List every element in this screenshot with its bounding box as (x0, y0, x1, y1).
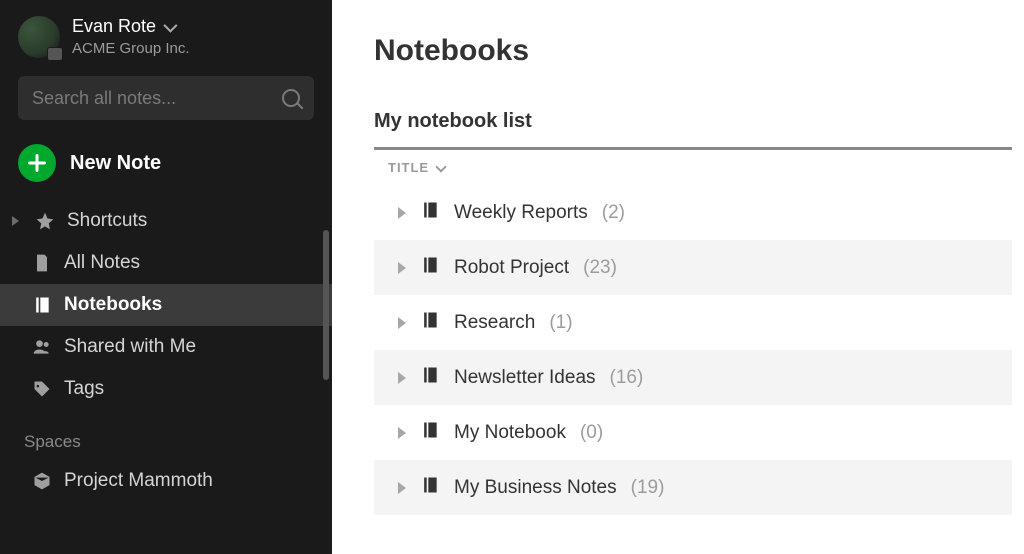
page-title: Notebooks (374, 34, 1012, 68)
notebook-name: My Notebook (454, 422, 566, 444)
user-meta: Evan Rote ACME Group Inc. (72, 16, 190, 57)
star-icon (35, 211, 55, 231)
caret-right-icon (398, 207, 406, 219)
column-label: TITLE (388, 160, 429, 175)
nav-shared[interactable]: Shared with Me (0, 326, 332, 368)
caret-right-icon (398, 427, 406, 439)
nav-shortcuts[interactable]: Shortcuts (0, 200, 332, 242)
caret-right-icon (12, 216, 19, 226)
user-name: Evan Rote (72, 16, 156, 37)
notebook-count: (16) (610, 367, 644, 389)
nav-label: All Notes (64, 252, 140, 274)
caret-right-icon (398, 317, 406, 329)
nav-all-notes[interactable]: All Notes (0, 242, 332, 284)
nav-tags[interactable]: Tags (0, 368, 332, 410)
search-input[interactable] (32, 88, 272, 109)
sidebar: Evan Rote ACME Group Inc. New Note Short… (0, 0, 332, 554)
column-header-title[interactable]: TITLE (374, 147, 1012, 185)
note-icon (32, 253, 52, 273)
notebook-icon (420, 420, 440, 446)
plus-icon (18, 144, 56, 182)
primary-nav: Shortcuts All Notes Notebooks Shared wit… (0, 200, 332, 410)
notebook-name: Research (454, 312, 535, 334)
list-subtitle: My notebook list (374, 110, 1012, 133)
main-panel: Notebooks My notebook list TITLE Weekly … (332, 0, 1024, 554)
account-switcher[interactable]: Evan Rote ACME Group Inc. (0, 0, 332, 66)
notebook-icon (420, 365, 440, 391)
caret-right-icon (398, 262, 406, 274)
new-note-button[interactable]: New Note (18, 144, 314, 182)
chevron-down-icon (163, 18, 177, 32)
notebook-icon (420, 310, 440, 336)
notebook-name: Newsletter Ideas (454, 367, 596, 389)
nav-label: Notebooks (64, 294, 162, 316)
notebook-name: My Business Notes (454, 477, 617, 499)
space-item[interactable]: Project Mammoth (0, 460, 332, 502)
organization-name: ACME Group Inc. (72, 40, 190, 57)
notebook-count: (0) (580, 422, 603, 444)
tag-icon (32, 379, 52, 399)
caret-right-icon (398, 372, 406, 384)
scrollbar[interactable] (323, 230, 329, 380)
notebook-name: Weekly Reports (454, 202, 588, 224)
notebook-row[interactable]: Weekly Reports (2) (374, 185, 1012, 240)
notebook-row[interactable]: Robot Project (23) (374, 240, 1012, 295)
nav-notebooks[interactable]: Notebooks (0, 284, 332, 326)
notebook-count: (23) (583, 257, 617, 279)
nav-label: Shared with Me (64, 336, 196, 358)
notebook-row[interactable]: My Notebook (0) (374, 405, 1012, 460)
notebook-count: (19) (631, 477, 665, 499)
notebook-row[interactable]: Research (1) (374, 295, 1012, 350)
nav-label: Shortcuts (67, 210, 147, 232)
notebook-row[interactable]: Newsletter Ideas (16) (374, 350, 1012, 405)
notebook-row[interactable]: My Business Notes (19) (374, 460, 1012, 515)
notebook-count: (2) (602, 202, 625, 224)
sort-descending-icon (435, 161, 446, 172)
notebook-icon (420, 475, 440, 501)
notebook-count: (1) (549, 312, 572, 334)
people-icon (32, 337, 52, 357)
spaces-heading: Spaces (0, 410, 332, 460)
nav-label: Tags (64, 378, 104, 400)
caret-right-icon (398, 482, 406, 494)
space-label: Project Mammoth (64, 470, 213, 492)
search-icon (282, 89, 300, 107)
notebook-name: Robot Project (454, 257, 569, 279)
notebook-icon (32, 295, 52, 315)
notebook-icon (420, 200, 440, 226)
notebook-list: Weekly Reports (2) Robot Project (23) Resear… (374, 185, 1012, 515)
search-field[interactable] (18, 76, 314, 120)
cube-icon (32, 471, 52, 491)
notebook-icon (420, 255, 440, 281)
new-note-label: New Note (70, 152, 161, 175)
avatar (18, 16, 60, 58)
